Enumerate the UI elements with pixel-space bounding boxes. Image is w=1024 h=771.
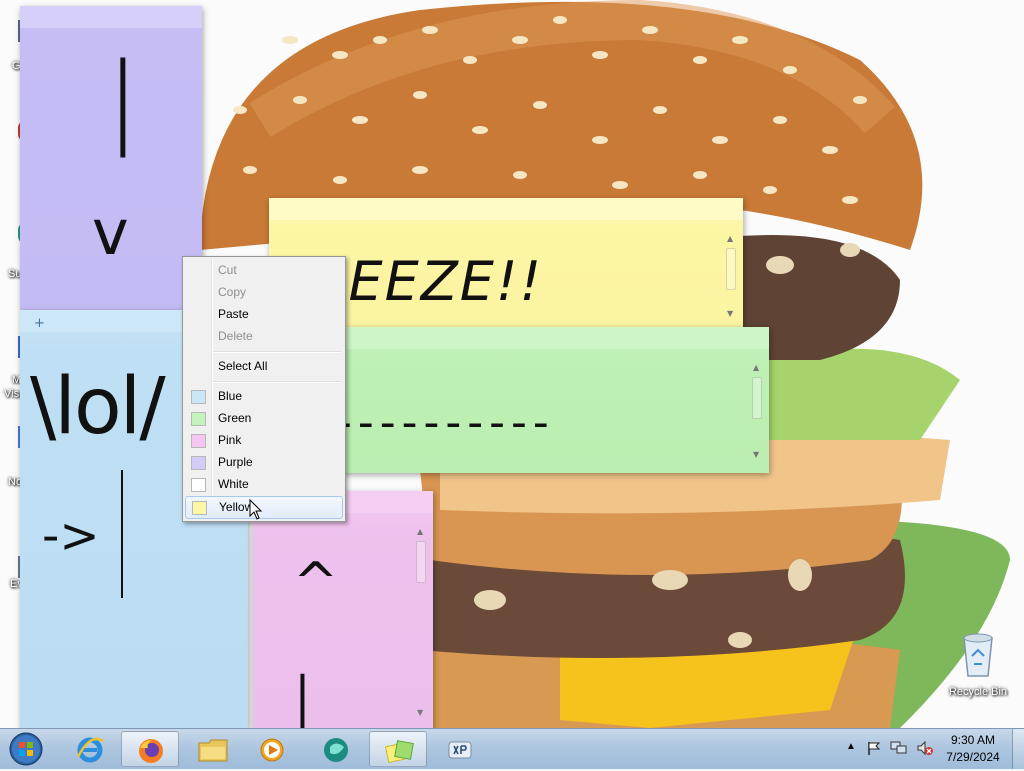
note-scrollbar[interactable]: ▲ ▼	[415, 527, 427, 717]
taskbar-sticky-notes[interactable]	[369, 731, 427, 767]
menu-item-copy[interactable]: Copy	[185, 282, 343, 303]
media-player-icon	[260, 738, 284, 762]
xp-icon	[448, 741, 472, 759]
sticky-note-purple[interactable]: | v	[20, 6, 202, 310]
add-note-button[interactable]: +	[34, 316, 45, 331]
menu-item-color-purple[interactable]: Purple	[185, 452, 343, 473]
scroll-thumb[interactable]	[416, 541, 426, 583]
note-title-bar[interactable]	[269, 198, 743, 220]
taskbar-firefox[interactable]	[121, 731, 179, 767]
menu-item-delete[interactable]: Delete	[185, 326, 343, 347]
system-tray: ▲ 9:30 AM 7/29/2024	[842, 729, 1024, 769]
show-desktop-button[interactable]	[1012, 729, 1024, 769]
menu-item-cut[interactable]: Cut	[185, 260, 343, 281]
menu-item-label: Blue	[218, 389, 243, 403]
color-swatch-blue	[191, 390, 206, 404]
note-text[interactable]: |	[294, 661, 310, 731]
note-scrollbar[interactable]: ▲ ▼	[725, 234, 737, 318]
menu-item-label: White	[218, 477, 249, 491]
clock-time[interactable]: 9:30 AM	[942, 733, 1004, 747]
teal-app-icon	[324, 738, 348, 762]
scroll-up-icon[interactable]: ▲	[727, 234, 733, 243]
menu-item-color-white[interactable]: White	[185, 474, 343, 495]
context-menu: Cut Copy Paste Delete Select All Blue Gr…	[182, 256, 346, 522]
color-swatch-white	[191, 478, 206, 492]
menu-separator	[213, 381, 341, 383]
folder-icon	[198, 739, 228, 762]
color-swatch-yellow	[192, 501, 207, 515]
note-title-bar[interactable]	[20, 6, 202, 28]
note-title-bar[interactable]	[306, 327, 769, 349]
menu-separator	[213, 351, 341, 353]
menu-item-paste[interactable]: Paste	[185, 304, 343, 325]
recycle-bin-icon	[963, 633, 993, 677]
network-icon[interactable]	[890, 740, 908, 756]
scroll-thumb[interactable]	[726, 248, 736, 290]
menu-item-color-yellow[interactable]: Yellow	[185, 496, 343, 519]
scroll-down-icon[interactable]: ▼	[727, 309, 733, 318]
scroll-up-icon[interactable]: ▲	[753, 363, 759, 372]
menu-item-label: Pink	[218, 433, 242, 447]
sticky-notes-icon	[384, 740, 414, 764]
menu-item-label: Delete	[218, 329, 253, 343]
menu-item-label: Select All	[218, 359, 268, 373]
taskbar-teal-app[interactable]	[307, 731, 365, 767]
menu-item-label: Paste	[218, 307, 249, 321]
sticky-note-pink[interactable]: ▲ ▼ ^ |	[253, 491, 433, 731]
windows-orb-icon	[9, 732, 43, 766]
taskbar-internet-explorer[interactable]	[61, 731, 119, 767]
firefox-icon	[139, 739, 163, 763]
note-text[interactable]: |	[113, 50, 133, 150]
taskbar-file-explorer[interactable]	[183, 731, 241, 767]
scroll-up-icon[interactable]: ▲	[417, 527, 423, 536]
menu-item-color-blue[interactable]: Blue	[185, 386, 343, 407]
mouse-cursor-icon	[249, 499, 263, 520]
menu-item-label: Copy	[218, 285, 247, 299]
scroll-down-icon[interactable]: ▼	[753, 450, 759, 459]
note-text[interactable]: ->	[42, 508, 100, 564]
note-text[interactable]: \lol/	[30, 362, 166, 452]
action-center-flag-icon[interactable]	[866, 740, 882, 756]
color-swatch-pink	[191, 434, 206, 448]
taskbar-xp-app[interactable]	[431, 731, 489, 767]
menu-item-select-all[interactable]: Select All	[185, 356, 343, 377]
internet-explorer-icon	[76, 737, 104, 763]
menu-item-label: Cut	[218, 263, 237, 277]
note-text[interactable]: ----------	[336, 397, 555, 448]
note-text[interactable]: v	[92, 196, 129, 269]
color-swatch-green	[191, 412, 206, 426]
taskbar-media-player[interactable]	[243, 731, 301, 767]
color-swatch-purple	[191, 456, 206, 470]
start-button[interactable]	[6, 731, 46, 767]
show-hidden-icons-icon[interactable]: ▲	[846, 741, 856, 752]
volume-muted-icon[interactable]	[916, 740, 934, 756]
sticky-note-green[interactable]: ▲ ▼ ----------	[306, 327, 769, 473]
recycle-bin[interactable]: Recycle Bin	[940, 632, 1016, 698]
text-caret	[121, 470, 123, 598]
menu-item-label: Green	[218, 411, 252, 425]
note-scrollbar[interactable]: ▲ ▼	[751, 363, 763, 459]
menu-item-color-green[interactable]: Green	[185, 408, 343, 429]
scroll-down-icon[interactable]: ▼	[417, 708, 423, 717]
clock-date[interactable]: 7/29/2024	[942, 750, 1004, 764]
menu-item-color-pink[interactable]: Pink	[185, 430, 343, 451]
note-text[interactable]: ^	[293, 551, 338, 614]
menu-item-label: Purple	[218, 455, 253, 469]
recycle-bin-label: Recycle Bin	[948, 686, 1008, 698]
scroll-thumb[interactable]	[752, 377, 762, 419]
taskbar: ▲ 9:30 AM 7/29/2024	[0, 728, 1024, 769]
